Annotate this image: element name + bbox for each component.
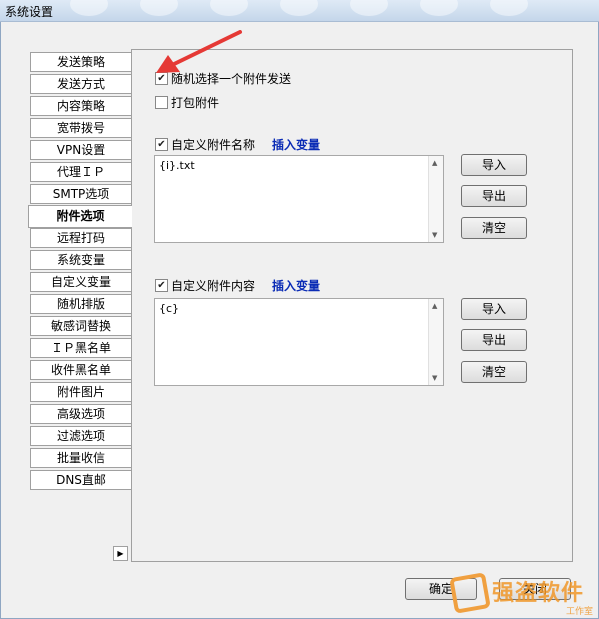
watermark-text: 强盗软件 bbox=[492, 581, 585, 606]
triangle-right-icon: ▶ bbox=[117, 549, 124, 558]
tab-broadband-dialup[interactable]: 宽带拨号 bbox=[30, 118, 131, 138]
export-name-button[interactable]: 导出 bbox=[461, 185, 527, 207]
titlebar-decoration bbox=[490, 0, 528, 16]
tab-vpn-settings[interactable]: VPN设置 bbox=[30, 140, 131, 160]
clear-name-button[interactable]: 清空 bbox=[461, 217, 527, 239]
scroll-up-icon[interactable]: ▲ bbox=[432, 302, 437, 310]
settings-dialog: 发送策略 发送方式 内容策略 宽带拨号 VPN设置 代理ＩＰ SMTP选项 附件… bbox=[0, 22, 599, 619]
attachment-options-panel: ✔ 随机选择一个附件发送 打包附件 ✔ 自定义附件名称 插入变量 {i}.txt… bbox=[131, 49, 573, 562]
export-content-button[interactable]: 导出 bbox=[461, 329, 527, 351]
custom-name-value: {i}.txt bbox=[159, 159, 195, 172]
titlebar-decoration bbox=[140, 0, 178, 16]
tab-smtp-options[interactable]: SMTP选项 bbox=[30, 184, 131, 204]
titlebar-decoration bbox=[210, 0, 248, 16]
pack-attachment-checkbox[interactable] bbox=[155, 96, 168, 109]
titlebar-decoration bbox=[350, 0, 388, 16]
tab-proxy-ip[interactable]: 代理ＩＰ bbox=[30, 162, 131, 182]
tab-send-method[interactable]: 发送方式 bbox=[30, 74, 131, 94]
custom-name-scrollbar[interactable]: ▲ ▼ bbox=[428, 156, 443, 242]
clear-content-button[interactable]: 清空 bbox=[461, 361, 527, 383]
import-content-button[interactable]: 导入 bbox=[461, 298, 527, 320]
watermark-logo-icon bbox=[449, 572, 491, 614]
custom-content-label: 自定义附件内容 bbox=[171, 279, 256, 293]
custom-content-value: {c} bbox=[159, 302, 180, 315]
tab-custom-variables[interactable]: 自定义变量 bbox=[30, 272, 131, 292]
custom-name-option: ✔ 自定义附件名称 插入变量 bbox=[155, 136, 320, 153]
tab-ip-blacklist[interactable]: ＩＰ黑名单 bbox=[30, 338, 131, 358]
custom-content-checkbox[interactable]: ✔ bbox=[155, 279, 168, 292]
titlebar-decoration bbox=[70, 0, 108, 16]
watermark-subtext: 工作室 bbox=[565, 607, 593, 617]
tab-recipient-blacklist[interactable]: 收件黑名单 bbox=[30, 360, 131, 380]
tab-system-variables[interactable]: 系统变量 bbox=[30, 250, 131, 270]
pack-attachment-label: 打包附件 bbox=[171, 96, 220, 110]
tab-attachment-options[interactable]: 附件选项 bbox=[28, 205, 132, 228]
tab-random-layout[interactable]: 随机排版 bbox=[30, 294, 131, 314]
custom-name-label: 自定义附件名称 bbox=[171, 138, 256, 152]
tab-send-strategy[interactable]: 发送策略 bbox=[30, 52, 131, 72]
tab-advanced-options[interactable]: 高级选项 bbox=[30, 404, 131, 424]
custom-name-textarea[interactable]: {i}.txt ▲ ▼ bbox=[154, 155, 444, 243]
custom-content-scrollbar[interactable]: ▲ ▼ bbox=[428, 299, 443, 385]
tab-filter-options[interactable]: 过滤选项 bbox=[30, 426, 131, 446]
custom-content-option: ✔ 自定义附件内容 插入变量 bbox=[155, 277, 320, 294]
scroll-up-icon[interactable]: ▲ bbox=[432, 159, 437, 167]
tab-scroll-right-button[interactable]: ▶ bbox=[113, 546, 128, 561]
titlebar-decoration bbox=[420, 0, 458, 16]
import-name-button[interactable]: 导入 bbox=[461, 154, 527, 176]
tab-attachment-images[interactable]: 附件图片 bbox=[30, 382, 131, 402]
red-arrow-annotation-icon bbox=[156, 30, 242, 73]
scroll-down-icon[interactable]: ▼ bbox=[432, 231, 437, 239]
titlebar-decoration bbox=[280, 0, 318, 16]
title-bar: 系统设置 bbox=[0, 0, 599, 22]
tab-content-strategy[interactable]: 内容策略 bbox=[30, 96, 131, 116]
pack-attachment-option: 打包附件 bbox=[155, 94, 219, 111]
custom-content-textarea[interactable]: {c} ▲ ▼ bbox=[154, 298, 444, 386]
watermark: 强盗软件 工作室 bbox=[449, 571, 599, 619]
window-title: 系统设置 bbox=[5, 5, 54, 19]
insert-variable-name-link[interactable]: 插入变量 bbox=[272, 136, 320, 153]
tab-sensitive-word-replace[interactable]: 敏感词替换 bbox=[30, 316, 131, 336]
custom-name-checkbox[interactable]: ✔ bbox=[155, 138, 168, 151]
tab-remote-captcha[interactable]: 远程打码 bbox=[30, 228, 131, 248]
tab-dns-direct-mail[interactable]: DNS直邮 bbox=[30, 470, 131, 490]
scroll-down-icon[interactable]: ▼ bbox=[432, 374, 437, 382]
tab-batch-receive[interactable]: 批量收信 bbox=[30, 448, 131, 468]
insert-variable-content-link[interactable]: 插入变量 bbox=[272, 277, 320, 294]
